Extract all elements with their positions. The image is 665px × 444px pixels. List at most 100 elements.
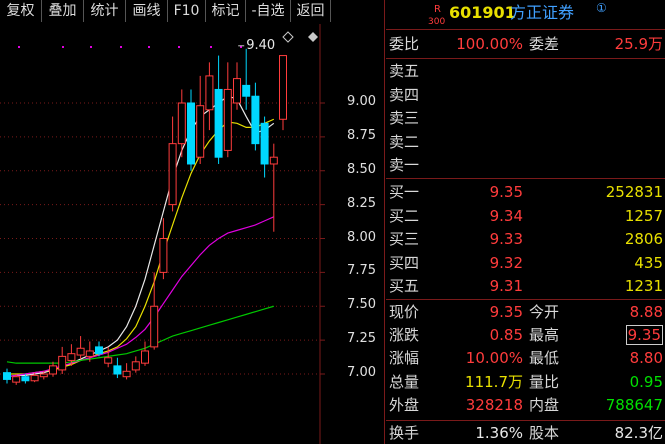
stock-header: R 300 601901 方正证券 ① — [386, 1, 665, 27]
order-diff-value: 25.9万 — [614, 35, 663, 53]
bid-level-price: 9.35 — [489, 183, 523, 201]
candle-body — [113, 365, 122, 375]
toolbar-item-7[interactable]: 返回 — [291, 0, 331, 22]
bid-level-price: 9.31 — [489, 277, 523, 296]
candle-body — [122, 370, 131, 378]
stat-row: 涨幅 10.00% 最低 8.80 — [389, 349, 663, 368]
bid-level-price: 9.33 — [489, 230, 523, 249]
price-tick-label: 7.25 — [347, 331, 376, 347]
marker-dot — [18, 46, 20, 48]
divider — [386, 29, 665, 30]
candle-body — [95, 346, 103, 355]
divider — [386, 178, 665, 179]
candle-body — [76, 347, 85, 356]
marker-dot — [62, 46, 64, 48]
price-tick-label: 9.00 — [347, 94, 376, 109]
market-badge: R 300 — [428, 4, 446, 27]
marker-dot — [210, 46, 212, 48]
candle-body — [104, 357, 113, 364]
candle-body — [279, 55, 287, 120]
candle-body — [141, 350, 149, 364]
candle-body — [3, 372, 11, 380]
bid-level-volume: 1257 — [624, 206, 663, 225]
candle-body — [214, 88, 223, 158]
candle-body — [12, 376, 21, 383]
candle-body — [21, 376, 30, 382]
marker-dot — [178, 46, 180, 48]
candle-body — [49, 365, 57, 375]
ask-level-row: 卖三 — [389, 109, 420, 128]
ma-line-0 — [6, 95, 275, 378]
stat-value: 8.88 — [629, 303, 663, 321]
order-ratio-row: 委比 100.00% 委差 25.9万 — [389, 35, 663, 53]
candle-body — [242, 84, 251, 97]
ask-level-row: 卖五 — [389, 62, 420, 80]
candle-body — [223, 88, 232, 151]
bid-level-row: 买五 9.31 1231 — [389, 277, 663, 296]
toolbar-item-1[interactable]: 叠加 — [42, 0, 84, 22]
bid-level-row: 买四 9.32 435 — [389, 253, 663, 272]
candle-body — [30, 374, 39, 382]
stock-name[interactable]: 方正证券 — [510, 2, 574, 24]
panel-divider — [384, 0, 385, 444]
ask-level-row: 卖二 — [389, 132, 420, 151]
marker-dot — [90, 46, 92, 48]
ask-level-row: 卖四 — [389, 85, 420, 104]
stat-row: 换手 1.36% 股本 82.3亿 — [389, 424, 663, 442]
toolbar-item-5[interactable]: 标记 — [206, 0, 246, 22]
stat-value: 328218 — [465, 395, 523, 414]
stat-row: 涨跌 0.85 最高 9.35 — [389, 325, 663, 346]
candle-body — [177, 102, 186, 145]
stat-value: 111.7万 — [465, 372, 523, 391]
divider — [386, 58, 665, 59]
stat-value: 8.80 — [629, 349, 663, 368]
price-tick-label: 8.00 — [347, 229, 376, 245]
divider — [386, 420, 665, 421]
bid-level-volume: 435 — [634, 253, 663, 272]
candle-body — [251, 95, 260, 145]
chart-toolbar: 复权 叠加 统计 画线 F10 标记 -自选 返回 — [0, 0, 384, 24]
price-tick-label: 7.00 — [347, 365, 376, 380]
candle-body — [233, 78, 241, 104]
price-tick-label: 8.75 — [347, 127, 376, 143]
toolbar-item-4[interactable]: F10 — [168, 0, 206, 22]
stock-code: 601901 — [449, 3, 516, 22]
candle-body — [159, 238, 168, 273]
bid-level-volume: 252831 — [605, 183, 663, 201]
bid-level-price: 9.32 — [489, 253, 523, 272]
candle-body — [205, 75, 214, 111]
toolbar-item-0[interactable]: 复权 — [0, 0, 42, 22]
price-tick-label: 8.50 — [347, 161, 376, 177]
candle-body — [187, 102, 195, 165]
toolbar-item-2[interactable]: 统计 — [84, 0, 126, 22]
price-tick-label: 8.25 — [347, 195, 376, 211]
high-price-label: 9.40 — [246, 38, 275, 53]
candle-body — [67, 353, 76, 361]
price-tick-label: 7.75 — [347, 263, 376, 279]
diamond-icon — [282, 31, 294, 43]
candle-body — [260, 122, 269, 165]
stat-value: 0.95 — [629, 372, 663, 391]
candle-body — [85, 350, 94, 357]
toolbar-item-6[interactable]: -自选 — [246, 0, 291, 22]
quote-panel: R 300 601901 方正证券 ① 委比 100.00% 委差 25.9万 … — [386, 0, 665, 444]
toolbar-item-3[interactable]: 画线 — [126, 0, 168, 22]
marker-dot — [120, 46, 122, 48]
stat-row: 现价 9.35 今开 8.88 — [389, 303, 663, 321]
candle-body — [168, 143, 177, 206]
ma-line-3 — [6, 305, 274, 364]
stat-value: 788647 — [605, 395, 663, 414]
order-ratio-value: 100.00% — [456, 35, 523, 53]
candlestick-chart[interactable]: 9.40 — [0, 24, 384, 444]
bid-level-row: 买三 9.33 2806 — [389, 230, 663, 249]
bid-level-volume: 1231 — [624, 277, 663, 296]
candle-body — [58, 355, 67, 371]
marker-dot — [148, 46, 150, 48]
bid-level-price: 9.34 — [489, 206, 523, 225]
diamond-icon — [308, 32, 318, 42]
ask-level-row: 卖一 — [389, 156, 420, 175]
stat-row: 总量 111.7万 量比 0.95 — [389, 372, 663, 391]
divider — [386, 299, 665, 300]
stat-value: 10.00% — [465, 349, 523, 368]
stat-value: 9.35 — [625, 325, 663, 346]
